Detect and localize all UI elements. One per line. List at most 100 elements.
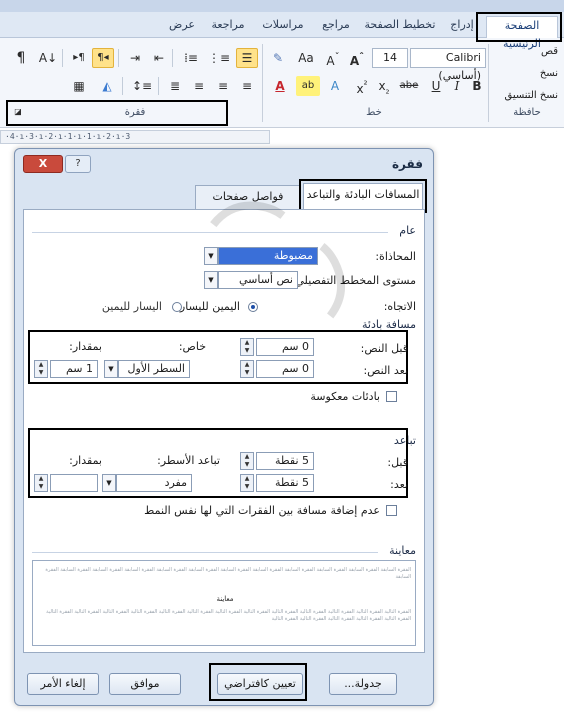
preview-previous-text: الفقرة السابقة الفقرة السابقة الفقرة الس…	[45, 567, 411, 580]
bullets-icon[interactable]: ☰	[236, 48, 258, 68]
bold-icon[interactable]: B	[468, 76, 486, 96]
ok-button[interactable]: موافق	[109, 673, 181, 695]
alignment-label: المحاذاة:	[375, 250, 416, 263]
subscript-icon[interactable]: x₂	[374, 76, 394, 96]
font-group-label: خط	[366, 107, 382, 118]
tab-references[interactable]: مراجع	[314, 16, 358, 38]
highlight-color-icon[interactable]: ab	[296, 76, 320, 96]
font-color-icon[interactable]: A	[268, 76, 292, 96]
ltr-radio-label: اليسار لليمين	[101, 300, 162, 313]
chevron-down-icon[interactable]: ▼	[204, 247, 218, 265]
strikethrough-icon[interactable]: abe	[396, 76, 422, 96]
preview-sample-text: معاينة	[216, 595, 234, 603]
preview-box: الفقرة السابقة الفقرة السابقة الفقرة الس…	[32, 560, 416, 646]
decrease-indent-icon[interactable]: ⇤	[148, 48, 170, 68]
tab-line-page-breaks[interactable]: فواصل صفحات وأسطر	[195, 185, 301, 225]
tabs-button[interactable]: جدولة...	[329, 673, 397, 695]
group-divider	[488, 44, 489, 122]
align-right-icon[interactable]: ≡	[236, 76, 258, 96]
italic-icon[interactable]: I	[448, 76, 466, 96]
dont-add-space-label: عدم إضافة مسافة بين الفقرات التي لها نفس…	[144, 504, 380, 517]
clear-formatting-icon[interactable]: ✎	[268, 48, 288, 68]
tab-page-layout[interactable]: تخطيط الصفحة	[362, 16, 438, 38]
divider	[32, 232, 388, 233]
align-left-icon[interactable]: ≡	[188, 76, 210, 96]
shrink-font-icon[interactable]: Aˇ	[322, 48, 344, 68]
clipboard-group-label: حافظة	[513, 107, 541, 118]
spinner-icon[interactable]: ▲ ▼	[240, 360, 254, 378]
indent-before-input[interactable]: 0 سم	[256, 338, 314, 356]
borders-icon[interactable]: ▦	[66, 76, 92, 96]
line-spacing-at-input[interactable]	[50, 474, 98, 492]
divider	[32, 552, 378, 553]
shading-icon[interactable]: ◭	[94, 76, 120, 96]
chevron-down-icon[interactable]: ▼	[102, 474, 116, 492]
spinner-icon[interactable]: ▲ ▼	[240, 338, 254, 356]
help-button[interactable]: ?	[65, 155, 91, 173]
indent-by-label: بمقدار:	[69, 340, 102, 353]
superscript-icon[interactable]: x²	[352, 76, 372, 96]
indent-by-input[interactable]: 1 سم	[50, 360, 98, 378]
chevron-down-icon[interactable]: ▼	[204, 271, 218, 289]
multilevel-list-icon[interactable]: ⁞≡	[178, 48, 204, 68]
line-spacing-select[interactable]: مفرد	[116, 474, 192, 492]
text-effects-icon[interactable]: A	[324, 76, 346, 96]
close-button[interactable]: X	[23, 155, 63, 173]
tab-view[interactable]: عرض	[164, 16, 200, 38]
format-painter-button[interactable]: نسخ التنسيق	[505, 90, 558, 101]
preview-next-text: الفقرة التالية الفقرة التالية الفقرة الت…	[46, 609, 411, 622]
outline-level-label: مستوى المخطط التفصيلي:	[291, 274, 416, 287]
rtl-radio-label: اليمين لليسار	[179, 300, 240, 313]
font-size-select[interactable]: 14	[372, 48, 408, 68]
alignment-select[interactable]: مضبوطة	[218, 247, 318, 265]
grow-font-icon[interactable]: Aˆ	[346, 48, 368, 68]
paragraph-group-highlight	[6, 100, 228, 126]
tab-review[interactable]: مراجعة	[204, 16, 252, 38]
spinner-icon[interactable]: ▲ ▼	[240, 474, 254, 492]
outline-level-select[interactable]: نص أساسي	[218, 271, 298, 289]
justify-icon[interactable]: ≣	[164, 76, 186, 96]
change-case-icon[interactable]: Aa	[292, 48, 320, 68]
ltr-direction-icon[interactable]: ▸¶	[68, 48, 90, 68]
spinner-icon[interactable]: ▲ ▼	[240, 452, 254, 470]
indent-before-label: قبل النص:	[360, 342, 408, 355]
spinner-icon[interactable]: ▲ ▼	[34, 360, 48, 378]
general-section-title: عام	[399, 224, 416, 237]
cancel-button[interactable]: إلغاء الأمر	[27, 673, 99, 695]
ribbon: الصفحة الرئيسية إدراج تخطيط الصفحة مراجع…	[0, 0, 564, 128]
ltr-radio[interactable]	[172, 302, 182, 312]
dont-add-space-checkbox[interactable]	[386, 505, 397, 516]
paragraph-dialog: فقرة X ? المسافات البادئة والتباعد فواصل…	[14, 148, 434, 706]
tab-mailings[interactable]: مراسلات	[256, 16, 310, 38]
font-name-select[interactable]: Calibri (أساسي)	[410, 48, 486, 82]
separator	[172, 49, 173, 67]
increase-indent-icon[interactable]: ⇥	[124, 48, 146, 68]
direction-label: الاتجاه:	[383, 300, 416, 313]
numbering-icon[interactable]: ⋮≡	[206, 48, 232, 68]
cut-button[interactable]: قص	[541, 46, 558, 57]
rtl-radio[interactable]	[248, 302, 258, 312]
mirror-indents-checkbox[interactable]	[386, 391, 397, 402]
spinner-icon[interactable]: ▲ ▼	[34, 474, 48, 492]
special-label: خاص:	[178, 340, 206, 353]
separator	[118, 49, 119, 67]
space-before-input[interactable]: 5 نقطة	[256, 452, 314, 470]
special-select[interactable]: السطر الأول	[118, 360, 190, 378]
sort-icon[interactable]: A↓	[36, 48, 60, 68]
underline-icon[interactable]: U	[426, 76, 446, 96]
copy-button[interactable]: نسخ	[540, 68, 558, 79]
space-after-input[interactable]: 5 نقطة	[256, 474, 314, 492]
rtl-direction-icon[interactable]: ¶◂	[92, 48, 114, 68]
ruler: ·4·ı·3·ı·2·ı·1·ı·1·ı·2·ı·3	[0, 130, 270, 144]
mirror-indents-label: بادئات معكوسة	[310, 390, 380, 403]
indent-after-input[interactable]: 0 سم	[256, 360, 314, 378]
line-spacing-at-label: بمقدار:	[69, 454, 102, 467]
align-center-icon[interactable]: ≡	[212, 76, 234, 96]
indent-after-label: بعد النص:	[363, 364, 408, 377]
separator	[158, 77, 159, 95]
line-spacing-icon[interactable]: ↕≡	[128, 76, 156, 96]
set-default-highlight	[209, 663, 307, 701]
separator	[62, 49, 63, 67]
show-marks-icon[interactable]: ¶	[10, 48, 32, 68]
chevron-down-icon[interactable]: ▼	[104, 360, 118, 378]
